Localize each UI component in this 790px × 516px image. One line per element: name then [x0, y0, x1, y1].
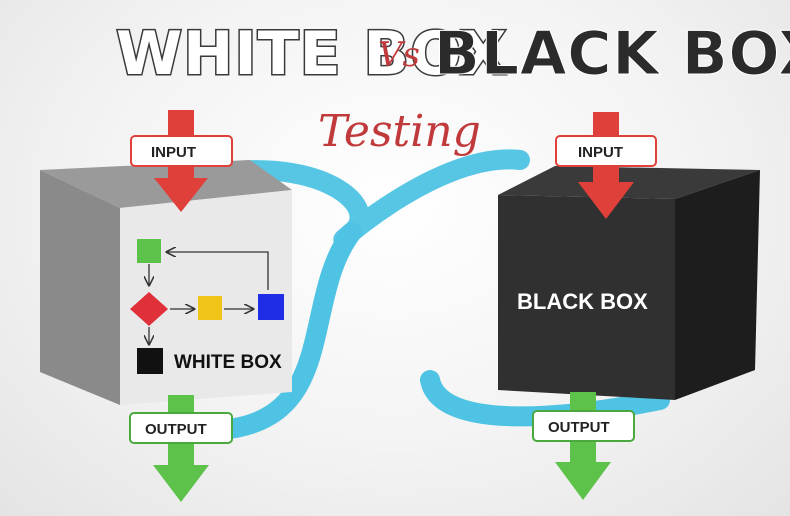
- white-box-label: WHITE BOX: [174, 352, 282, 373]
- title-black-box: BLACK BOX: [434, 19, 790, 89]
- flow-end-square-blue: [258, 294, 284, 320]
- white-box-input-label: INPUT: [151, 144, 196, 161]
- black-box-label: BLACK BOX: [517, 289, 648, 314]
- black-box-cube: BLACK BOX: [498, 166, 760, 400]
- black-box-output-label: OUTPUT: [548, 419, 610, 436]
- white-box-output-tag: OUTPUT: [129, 412, 233, 444]
- white-box-input-tag: INPUT: [130, 135, 233, 167]
- flow-start-square: [137, 239, 161, 263]
- white-box-output-label: OUTPUT: [145, 421, 207, 438]
- flow-process-square: [198, 296, 222, 320]
- white-box-left-face: [40, 170, 120, 405]
- title-vs: Vs: [378, 35, 420, 75]
- black-box-output-tag: OUTPUT: [532, 410, 635, 442]
- diagram-canvas: WHITE BOX Vs BLACK BOX Testing WHITE BOX…: [40, 18, 790, 502]
- black-box-input-label: INPUT: [578, 144, 623, 161]
- white-box-output-arrow: [153, 395, 209, 502]
- black-box-input-tag: INPUT: [555, 135, 657, 167]
- subtitle-testing: Testing: [318, 106, 481, 157]
- flow-black-square: [137, 348, 163, 374]
- black-box-right-face: [675, 170, 760, 400]
